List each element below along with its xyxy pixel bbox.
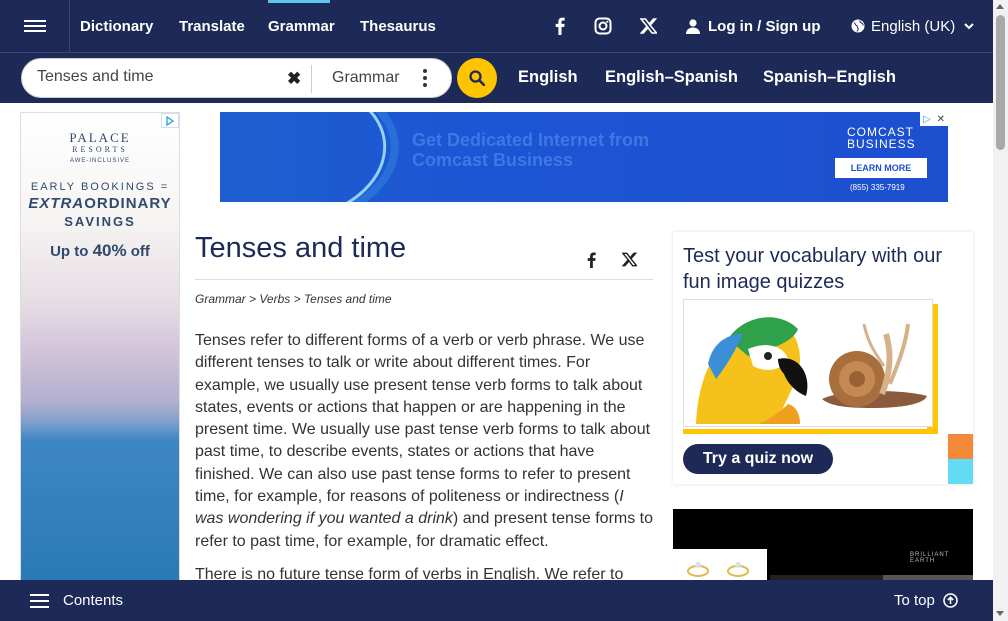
nav-translate[interactable]: Translate [179, 0, 245, 52]
dict-link-spanish-english[interactable]: Spanish–English [763, 68, 896, 87]
bottom-bar: Contents To top [0, 580, 993, 621]
breadcrumb-grammar[interactable]: Grammar [195, 292, 246, 306]
try-quiz-button[interactable]: Try a quiz now [683, 444, 833, 474]
to-top-button[interactable]: To top [894, 580, 958, 621]
ad-phone: (855) 335-7919 [850, 183, 905, 192]
adchoices-icon[interactable] [161, 113, 179, 128]
top-advertisement[interactable]: Get Dedicated Internet from Comcast Busi… [220, 112, 948, 202]
top-navigation-bar: Dictionary Translate Grammar Thesaurus L… [0, 0, 993, 52]
scroll-up-arrow[interactable] [996, 4, 1004, 9]
scroll-down-arrow[interactable] [996, 611, 1004, 616]
share-x-icon[interactable] [621, 252, 639, 272]
dictionary-selector[interactable]: Grammar [332, 69, 400, 87]
login-link[interactable]: Log in / Sign up [686, 0, 820, 52]
decor-square-cyan [948, 459, 973, 484]
left-advertisement[interactable]: PALACE RESORTS AWE-INCLUSIVE EARLY BOOKI… [20, 112, 180, 582]
decor-square-orange [948, 434, 973, 459]
arrow-up-circle-icon [943, 593, 958, 608]
side-advertisement[interactable]: BRILLIANT EARTH [673, 509, 973, 584]
dict-link-english-spanish[interactable]: English–Spanish [605, 68, 738, 87]
breadcrumb: Grammar > Verbs > Tenses and time [195, 292, 392, 306]
nav-grammar[interactable]: Grammar [268, 0, 335, 52]
hamburger-icon [23, 17, 46, 35]
ad-brand-sub: RESORTS [72, 145, 128, 154]
facebook-icon[interactable] [548, 14, 572, 38]
ad-line1: EARLY BOOKINGS = [30, 181, 170, 193]
scrollbar[interactable] [993, 0, 1008, 621]
ad-headline: Get Dedicated Internet from Comcast Busi… [412, 130, 650, 170]
nav-dictionary[interactable]: Dictionary [80, 0, 153, 52]
ad-brand-logo: COMCAST BUSINESS [847, 125, 916, 151]
dict-link-english[interactable]: English [518, 68, 578, 87]
search-divider [311, 65, 312, 93]
adchoices-icon[interactable]: ▷ ✕ [920, 112, 948, 126]
breadcrumb-current[interactable]: Tenses and time [304, 292, 392, 306]
search-input[interactable] [37, 68, 277, 86]
contents-label: Contents [63, 592, 124, 609]
quiz-promo: Test your vocabulary with our fun image … [673, 232, 973, 484]
search-box: ✖ Grammar [21, 58, 452, 98]
menu-button[interactable] [0, 0, 70, 52]
to-top-label: To top [894, 592, 935, 609]
ad-line2: EXTRAORDINARY [28, 195, 172, 212]
paragraph-1: Tenses refer to different forms of a ver… [195, 332, 654, 550]
share-facebook-icon[interactable] [587, 252, 596, 273]
ad-offer: Up to 40% off [50, 241, 150, 260]
nav-thesaurus[interactable]: Thesaurus [360, 0, 436, 52]
parrot-image [688, 304, 812, 424]
user-icon [686, 18, 700, 34]
ring-image [687, 562, 749, 577]
clear-search-icon[interactable]: ✖ [287, 69, 301, 89]
ad-cta-button[interactable]: LEARN MORE [835, 158, 927, 178]
contents-button[interactable]: Contents [30, 580, 123, 621]
ad-product-panel [673, 549, 767, 584]
x-icon[interactable] [636, 14, 660, 38]
ad-line3: SAVINGS [64, 214, 136, 229]
login-label: Log in / Sign up [708, 17, 821, 35]
language-label: English (UK) [871, 17, 956, 35]
ad-tagline: AWE-INCLUSIVE [69, 158, 131, 164]
hamburger-icon [30, 592, 49, 610]
snail-image [812, 304, 932, 424]
globe-icon [851, 19, 865, 33]
search-icon [469, 70, 485, 86]
search-bar: ✖ Grammar English English–Spanish Spanis… [0, 52, 993, 103]
chevron-down-icon [964, 22, 974, 29]
ad-brand: PALACE [69, 130, 131, 145]
instagram-icon[interactable] [591, 14, 615, 38]
article: Tenses and time Grammar > Verbs > Tenses… [195, 232, 655, 586]
ad-brand: BRILLIANT EARTH [910, 552, 950, 564]
quiz-accent-bar-bottom [683, 429, 938, 434]
breadcrumb-verbs[interactable]: Verbs [259, 292, 290, 306]
quiz-image[interactable] [683, 299, 933, 427]
quiz-title: Test your vocabulary with our fun image … [683, 245, 943, 293]
page-title: Tenses and time [195, 232, 653, 280]
search-button[interactable] [457, 58, 497, 98]
more-options-icon[interactable] [420, 67, 430, 89]
language-selector[interactable]: English (UK) [851, 0, 974, 52]
scrollbar-thumb[interactable] [996, 15, 1005, 150]
